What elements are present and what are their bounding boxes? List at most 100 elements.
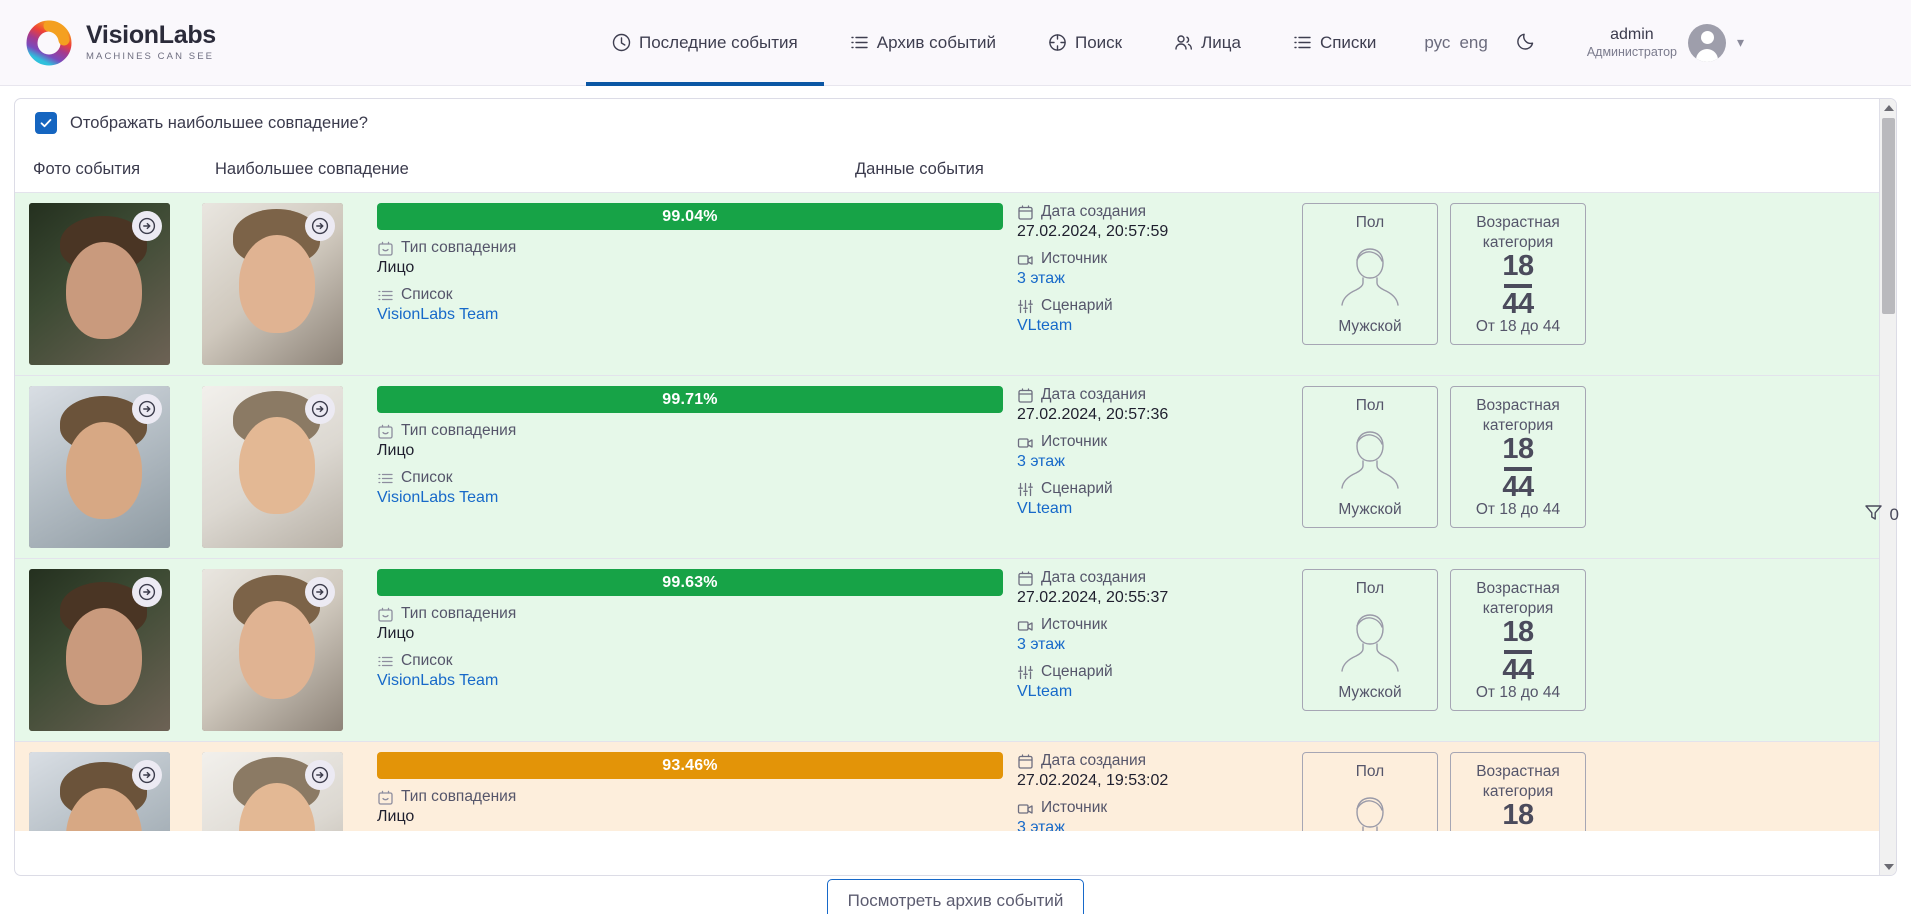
source-value[interactable]: 3 этаж xyxy=(1017,453,1292,471)
theme-toggle-button[interactable] xyxy=(1516,30,1537,56)
scenario-field: Сценарий VLteam xyxy=(1017,663,1292,701)
moon-icon xyxy=(1516,30,1537,56)
match-type-value: Лицо xyxy=(377,808,415,825)
created-value: 27.02.2024, 20:57:59 xyxy=(1017,223,1169,240)
event-photo[interactable] xyxy=(29,569,170,731)
show-best-match-label[interactable]: Отображать наибольшее совпадение? xyxy=(70,114,368,133)
match-score-badge: 99.04% xyxy=(377,203,1003,230)
camera-icon xyxy=(1017,251,1034,268)
event-photo[interactable] xyxy=(29,386,170,548)
match-type-value: Лицо xyxy=(377,442,415,459)
nav-item-event-archive[interactable]: Архив событий xyxy=(824,0,1022,86)
list-value[interactable]: VisionLabs Team xyxy=(377,489,1003,507)
lang-en-button[interactable]: eng xyxy=(1459,33,1487,53)
camera-icon xyxy=(1017,617,1034,634)
match-photo-cell xyxy=(202,193,377,375)
list-icon xyxy=(377,470,394,487)
match-photo[interactable] xyxy=(202,752,343,831)
nav-label: Списки xyxy=(1319,32,1377,52)
scenario-field: Сценарий VLteam xyxy=(1017,297,1292,335)
match-type-field: Тип совпадения Лицо xyxy=(377,788,1003,826)
brand-logo[interactable]: VisionLabs MACHINES CAN SEE xyxy=(26,20,586,66)
nav-item-search[interactable]: Поиск xyxy=(1022,0,1148,86)
calendar-icon xyxy=(1017,570,1034,587)
created-value: 27.02.2024, 20:57:36 xyxy=(1017,406,1169,423)
match-details-cell: 99.71% Тип совпадения Лицо Список VisionLabs… xyxy=(377,376,1017,558)
match-photo[interactable] xyxy=(202,386,343,548)
scenario-value[interactable]: VLteam xyxy=(1017,683,1292,701)
event-data-cell: Дата создания 27.02.2024, 20:57:59 Источни… xyxy=(1017,193,1896,375)
language-switcher: рус eng xyxy=(1424,33,1487,53)
table-row[interactable]: 99.63% Тип совпадения Лицо Список VisionLabs… xyxy=(15,559,1896,742)
open-event-button[interactable] xyxy=(132,577,162,607)
nav-label: Архив событий xyxy=(876,32,996,52)
match-photo[interactable] xyxy=(202,203,343,365)
open-event-button[interactable] xyxy=(305,577,335,607)
age-card: Возрастная категория1844От 18 до 44 xyxy=(1450,386,1586,528)
open-event-button[interactable] xyxy=(305,760,335,790)
created-label: Дата создания xyxy=(1041,386,1147,403)
table-row[interactable]: 99.71% Тип совпадения Лицо Список VisionLabs… xyxy=(15,376,1896,559)
age-range: От 18 до 44 xyxy=(1475,318,1561,336)
created-value: 27.02.2024, 19:53:02 xyxy=(1017,772,1169,789)
match-type-field: Тип совпадения Лицо xyxy=(377,605,1003,643)
table-column-headers: Фото события Наибольшее совпадение Данны… xyxy=(15,146,1896,193)
scroll-up-button[interactable] xyxy=(1880,99,1896,116)
open-event-button[interactable] xyxy=(305,211,335,241)
age-from: 18 xyxy=(1502,250,1534,283)
event-photo-cell xyxy=(15,193,202,375)
open-event-button[interactable] xyxy=(132,211,162,241)
open-event-button[interactable] xyxy=(132,760,162,790)
visionlabs-logo-icon xyxy=(26,20,72,66)
view-event-archive-button[interactable]: Посмотреть архив событий xyxy=(826,879,1085,914)
lang-ru-button[interactable]: рус xyxy=(1424,33,1450,53)
open-event-button[interactable] xyxy=(132,394,162,424)
age-title: Возрастная категория xyxy=(1476,214,1560,252)
match-type-value: Лицо xyxy=(377,625,415,642)
nav-item-lists[interactable]: Списки xyxy=(1267,0,1402,86)
gender-card: ПолМужской xyxy=(1302,752,1438,831)
nav-item-latest-events[interactable]: Последние события xyxy=(586,0,824,86)
list-icon xyxy=(377,653,394,670)
match-photo[interactable] xyxy=(202,569,343,731)
user-menu[interactable]: admin Администратор ▾ xyxy=(1587,23,1744,62)
events-scrollbar[interactable] xyxy=(1879,99,1896,875)
match-details-cell: 99.63% Тип совпадения Лицо Список VisionLabs… xyxy=(377,559,1017,741)
source-field: Источник 3 этаж xyxy=(1017,433,1292,471)
calendar-icon xyxy=(1017,387,1034,404)
scenario-value[interactable]: VLteam xyxy=(1017,500,1292,518)
scrollbar-thumb[interactable] xyxy=(1882,118,1895,314)
event-photo[interactable] xyxy=(29,752,170,831)
event-data-cell: Дата создания 27.02.2024, 20:57:36 Источни… xyxy=(1017,376,1896,558)
age-card: Возрастная категория1844От 18 до 44 xyxy=(1450,752,1586,831)
show-best-match-checkbox[interactable] xyxy=(35,112,57,134)
match-type-label: Тип совпадения xyxy=(401,239,517,256)
filter-widget[interactable]: 0 xyxy=(1864,503,1899,527)
match-type-field: Тип совпадения Лицо xyxy=(377,422,1003,460)
source-value[interactable]: 3 этаж xyxy=(1017,636,1292,654)
list-value[interactable]: VisionLabs Team xyxy=(377,306,1003,324)
table-row[interactable]: 93.46%Тип совпаденияЛицоСписокVisionLabs… xyxy=(15,742,1896,831)
source-value[interactable]: 3 этаж xyxy=(1017,270,1292,288)
events-panel: Отображать наибольшее совпадение? Фото с… xyxy=(14,98,1897,876)
clock-icon xyxy=(612,33,631,52)
event-data-cell: Дата создания 27.02.2024, 19:53:02 Источни… xyxy=(1017,742,1896,831)
open-event-button[interactable] xyxy=(305,394,335,424)
nav-item-faces[interactable]: Лица xyxy=(1148,0,1267,86)
source-field: Источник 3 этаж xyxy=(1017,250,1292,288)
match-details-cell: 99.04% Тип совпадения Лицо Список VisionLabs… xyxy=(377,193,1017,375)
scroll-down-button[interactable] xyxy=(1880,858,1896,875)
match-type-field: Тип совпадения Лицо xyxy=(377,239,1003,277)
source-value[interactable]: 3 этаж xyxy=(1017,819,1292,831)
list-value[interactable]: VisionLabs Team xyxy=(377,672,1003,690)
age-to: 44 xyxy=(1502,470,1534,503)
gender-silhouette-icon xyxy=(1333,416,1407,501)
table-row[interactable]: 99.04% Тип совпадения Лицо Список VisionLabs… xyxy=(15,193,1896,376)
source-label: Источник xyxy=(1041,433,1108,450)
scenario-value[interactable]: VLteam xyxy=(1017,317,1292,335)
created-field: Дата создания 27.02.2024, 20:57:36 xyxy=(1017,386,1292,424)
age-to: 44 xyxy=(1502,287,1534,320)
calendar-icon xyxy=(1017,753,1034,770)
event-photo[interactable] xyxy=(29,203,170,365)
match-type-icon xyxy=(377,423,394,440)
